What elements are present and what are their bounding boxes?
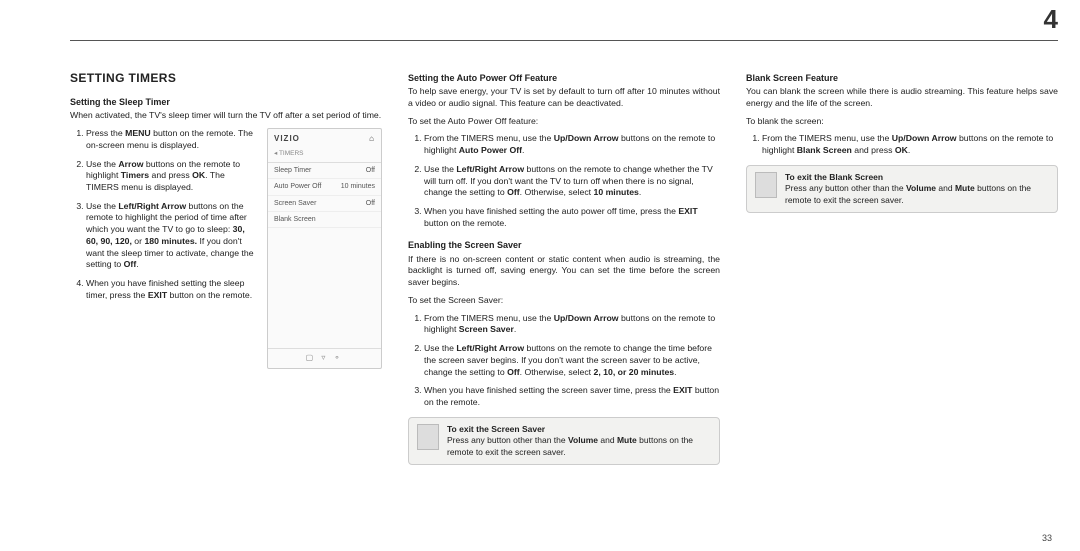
step: Press the MENU button on the remote. The…	[86, 128, 257, 151]
blank-screen-intro: You can blank the screen while there is …	[746, 86, 1058, 109]
osd-brand: VIZIO	[274, 134, 300, 145]
screen-saver-intro: If there is no on-screen content or stat…	[408, 254, 720, 289]
step: From the TIMERS menu, use the Up/Down Ar…	[762, 133, 1058, 156]
header-rule	[70, 40, 1058, 41]
page-body: SETTING TIMERS Setting the Sleep Timer W…	[70, 70, 1058, 531]
osd-row: Screen SaverOff	[268, 196, 381, 212]
sleep-timer-intro: When activated, the TV's sleep timer wil…	[70, 110, 382, 122]
note-thumbnail	[755, 172, 777, 198]
step: Use the Left/Right Arrow buttons on the …	[424, 343, 720, 378]
step: When you have finished setting the sleep…	[86, 278, 257, 301]
note-thumbnail	[417, 424, 439, 450]
screen-saver-lead: To set the Screen Saver:	[408, 295, 720, 307]
auto-power-off-lead: To set the Auto Power Off feature:	[408, 116, 720, 128]
step: When you have finished setting the scree…	[424, 385, 720, 408]
column-2: Setting the Auto Power Off Feature To he…	[408, 70, 720, 531]
osd-breadcrumb: ◂ TIMERS	[268, 148, 381, 163]
exit-blank-screen-note: To exit the Blank Screen Press any butto…	[746, 165, 1058, 213]
page-number: 33	[1042, 533, 1052, 543]
column-1: SETTING TIMERS Setting the Sleep Timer W…	[70, 70, 382, 531]
osd-menu: VIZIO ⌂ ◂ TIMERS Sleep TimerOff Auto Pow…	[267, 128, 382, 369]
step: From the TIMERS menu, use the Up/Down Ar…	[424, 133, 720, 156]
home-icon: ⌂	[369, 134, 375, 145]
note-heading: To exit the Screen Saver	[447, 424, 711, 435]
sleep-timer-heading: Setting the Sleep Timer	[70, 96, 382, 108]
auto-power-off-intro: To help save energy, your TV is set by d…	[408, 86, 720, 109]
section-title: SETTING TIMERS	[70, 70, 382, 86]
step: When you have finished setting the auto …	[424, 206, 720, 229]
screen-saver-steps: From the TIMERS menu, use the Up/Down Ar…	[408, 313, 720, 409]
blank-screen-heading: Blank Screen Feature	[746, 72, 1058, 84]
osd-footer-icons: ▢ ▿ ⚬	[268, 348, 381, 368]
blank-screen-lead: To blank the screen:	[746, 116, 1058, 128]
osd-row: Auto Power Off10 minutes	[268, 179, 381, 195]
exit-screen-saver-note: To exit the Screen Saver Press any butto…	[408, 417, 720, 465]
note-heading: To exit the Blank Screen	[785, 172, 1049, 183]
step: From the TIMERS menu, use the Up/Down Ar…	[424, 313, 720, 336]
blank-screen-steps: From the TIMERS menu, use the Up/Down Ar…	[746, 133, 1058, 156]
screen-saver-heading: Enabling the Screen Saver	[408, 239, 720, 251]
auto-power-off-heading: Setting the Auto Power Off Feature	[408, 72, 720, 84]
chapter-number: 4	[1044, 4, 1058, 35]
osd-row: Blank Screen	[268, 212, 381, 228]
column-3: Blank Screen Feature You can blank the s…	[746, 70, 1058, 531]
step: Use the Left/Right Arrow buttons on the …	[424, 164, 720, 199]
step: Use the Arrow buttons on the remote to h…	[86, 159, 257, 194]
sleep-timer-steps: Press the MENU button on the remote. The…	[70, 128, 257, 302]
osd-header: VIZIO ⌂	[268, 129, 381, 148]
auto-power-off-steps: From the TIMERS menu, use the Up/Down Ar…	[408, 133, 720, 229]
osd-row: Sleep TimerOff	[268, 163, 381, 179]
step: Use the Left/Right Arrow buttons on the …	[86, 201, 257, 271]
